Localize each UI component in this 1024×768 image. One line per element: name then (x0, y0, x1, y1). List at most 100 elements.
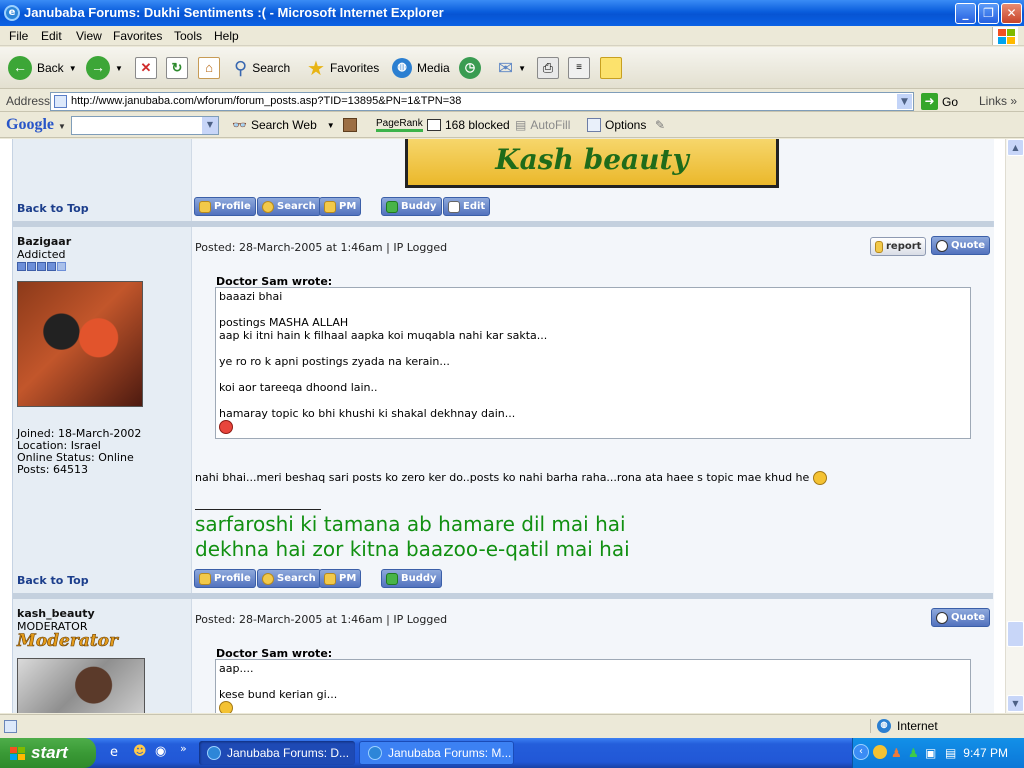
vertical-scrollbar[interactable]: ▲ ▼ (1005, 139, 1024, 713)
profile-button[interactable]: Profile (194, 197, 256, 216)
edit-page-button[interactable]: ≡ (568, 55, 590, 81)
stop-button[interactable]: ✕ (135, 55, 157, 81)
menu-edit[interactable]: Edit (41, 29, 62, 43)
pm-button[interactable]: PM (319, 197, 362, 216)
media-button[interactable]: ◍ Media (392, 55, 450, 81)
quote-line: hamaray topic ko bhi khushi ki shakal de… (219, 407, 516, 420)
angry-smiley-icon (219, 420, 233, 434)
edit-button[interactable]: Edit (443, 197, 491, 216)
ie-quicklaunch-icon[interactable]: e (110, 745, 118, 760)
scrollbar-thumb[interactable] (1007, 621, 1024, 647)
google-logo[interactable]: Google ▼ (6, 116, 66, 134)
back-button[interactable]: ← Back ▼ (8, 55, 77, 81)
popup-blocker-icon (427, 119, 441, 131)
chevron-down-icon[interactable]: ▼ (202, 117, 218, 134)
history-button[interactable]: ◷ (459, 55, 481, 81)
menu-file[interactable]: File (9, 29, 28, 43)
address-input[interactable]: http://www.janubaba.com/wforum/forum_pos… (50, 92, 914, 111)
search-user-button[interactable]: Search (257, 197, 321, 216)
scroll-down-button[interactable]: ▼ (1007, 695, 1024, 712)
news-icon (343, 118, 357, 132)
title-bar: e Janubaba Forums: Dukhi Sentiments :( -… (0, 0, 1024, 26)
search-user-button[interactable]: Search (257, 569, 321, 588)
start-button[interactable]: start (0, 738, 96, 768)
windows-logo-icon (10, 746, 25, 760)
messenger-quicklaunch-icon[interactable]: ☻ (133, 744, 147, 759)
menu-tools[interactable]: Tools (174, 29, 202, 43)
tray-smiley-icon[interactable] (873, 745, 887, 759)
people-icon (324, 572, 336, 585)
menu-help[interactable]: Help (214, 29, 239, 43)
refresh-icon: ↻ (166, 57, 188, 79)
search-web-button[interactable]: 👓 Search Web ▼ (232, 118, 335, 132)
print-button[interactable]: ⎙ (537, 55, 559, 81)
profile-button[interactable]: Profile (194, 569, 256, 588)
quote-line (219, 675, 967, 688)
mail-button[interactable]: ✉ ▼ (498, 55, 526, 81)
messenger-button[interactable] (600, 55, 622, 81)
quote-line (219, 368, 967, 381)
chat-quicklaunch-icon[interactable]: ◉ (155, 744, 166, 759)
report-icon (875, 240, 883, 253)
back-to-top-link[interactable]: Back to Top (17, 574, 89, 587)
toolbar: ← Back ▼ → ▼ ✕ ↻ ⌂ ⚲ Search ★ Favorites … (0, 47, 1024, 89)
refresh-button[interactable]: ↻ (166, 55, 188, 81)
news-button[interactable] (343, 118, 357, 132)
tray-network-icon[interactable]: ▣ (925, 746, 936, 760)
chevron-down-icon: ▼ (58, 122, 66, 131)
tray-monitor-icon[interactable]: ▤ (945, 746, 956, 760)
address-label: Address (6, 94, 51, 108)
favorites-button[interactable]: ★ Favorites (307, 55, 379, 81)
quote-button[interactable]: Quote (931, 608, 991, 627)
home-button[interactable]: ⌂ (198, 55, 220, 81)
windows-logo-icon (992, 27, 1018, 45)
scroll-up-button[interactable]: ▲ (1007, 139, 1024, 156)
address-dropdown-button[interactable]: ▼ (896, 93, 913, 110)
autofill-button[interactable]: ▤ AutoFill (515, 118, 570, 132)
highlighter-icon[interactable]: ✎ (655, 118, 665, 132)
links-button[interactable]: Links » (979, 94, 1017, 108)
google-search-input[interactable]: ▼ (71, 116, 219, 135)
forward-button[interactable]: → ▼ (86, 55, 123, 81)
tray-people-icon[interactable]: ♟ (891, 746, 902, 760)
back-to-top-link[interactable]: Back to Top (17, 202, 89, 215)
restore-button[interactable]: ❐ (978, 3, 999, 24)
rank-star-icon (57, 262, 66, 271)
close-button[interactable]: ✕ (1001, 3, 1022, 24)
quote-line: koi aor tareeqa dhoond lain.. (219, 381, 378, 394)
clock[interactable]: 9:47 PM (963, 746, 1008, 760)
tray-people-icon[interactable]: ♟ (908, 746, 919, 760)
forum-thread: Kash beauty Back to Top Profile Search P… (12, 139, 994, 713)
options-button[interactable]: Options (587, 118, 646, 132)
search-button[interactable]: ⚲ Search (234, 55, 290, 81)
quote-line (219, 303, 967, 316)
rank-star-icon (47, 262, 56, 271)
minimize-button[interactable]: _ (955, 3, 976, 24)
report-button[interactable]: report (870, 237, 927, 256)
menu-favorites[interactable]: Favorites (113, 29, 162, 43)
taskbar-item-janubaba-dukhi[interactable]: Janubaba Forums: D... (199, 741, 355, 765)
quote-button[interactable]: Quote (931, 236, 991, 255)
quicklaunch-more-icon[interactable]: » (180, 742, 187, 755)
page-icon (54, 95, 67, 108)
buddy-button[interactable]: Buddy (381, 197, 442, 216)
google-toolbar: Google ▼ ▼ 👓 Search Web ▼ PageRank 168 b… (0, 113, 1024, 138)
pagerank-indicator[interactable]: PageRank (376, 118, 423, 132)
quote-line: aap.... (219, 662, 254, 675)
tray-expand-icon[interactable]: ‹ (853, 744, 869, 760)
pm-button[interactable]: PM (319, 569, 362, 588)
search-icon: ⚲ (234, 57, 248, 78)
buddy-button[interactable]: Buddy (381, 569, 442, 588)
crying-smiley-icon (812, 471, 827, 485)
taskbar-item-janubaba-m[interactable]: Janubaba Forums: M... (359, 741, 514, 765)
printer-icon: ⎙ (537, 57, 559, 79)
go-button[interactable]: ➜ Go (921, 93, 958, 110)
post-username[interactable]: kash_beauty (17, 607, 95, 620)
signature-banner: Kash beauty (405, 139, 779, 188)
user-avatar (17, 658, 145, 713)
popup-blocker-button[interactable]: 168 blocked (427, 118, 510, 132)
post-username[interactable]: Bazigaar (17, 235, 71, 248)
mail-icon: ✉ (498, 57, 514, 78)
chevron-down-icon: ▼ (518, 63, 527, 73)
menu-view[interactable]: View (76, 29, 102, 43)
